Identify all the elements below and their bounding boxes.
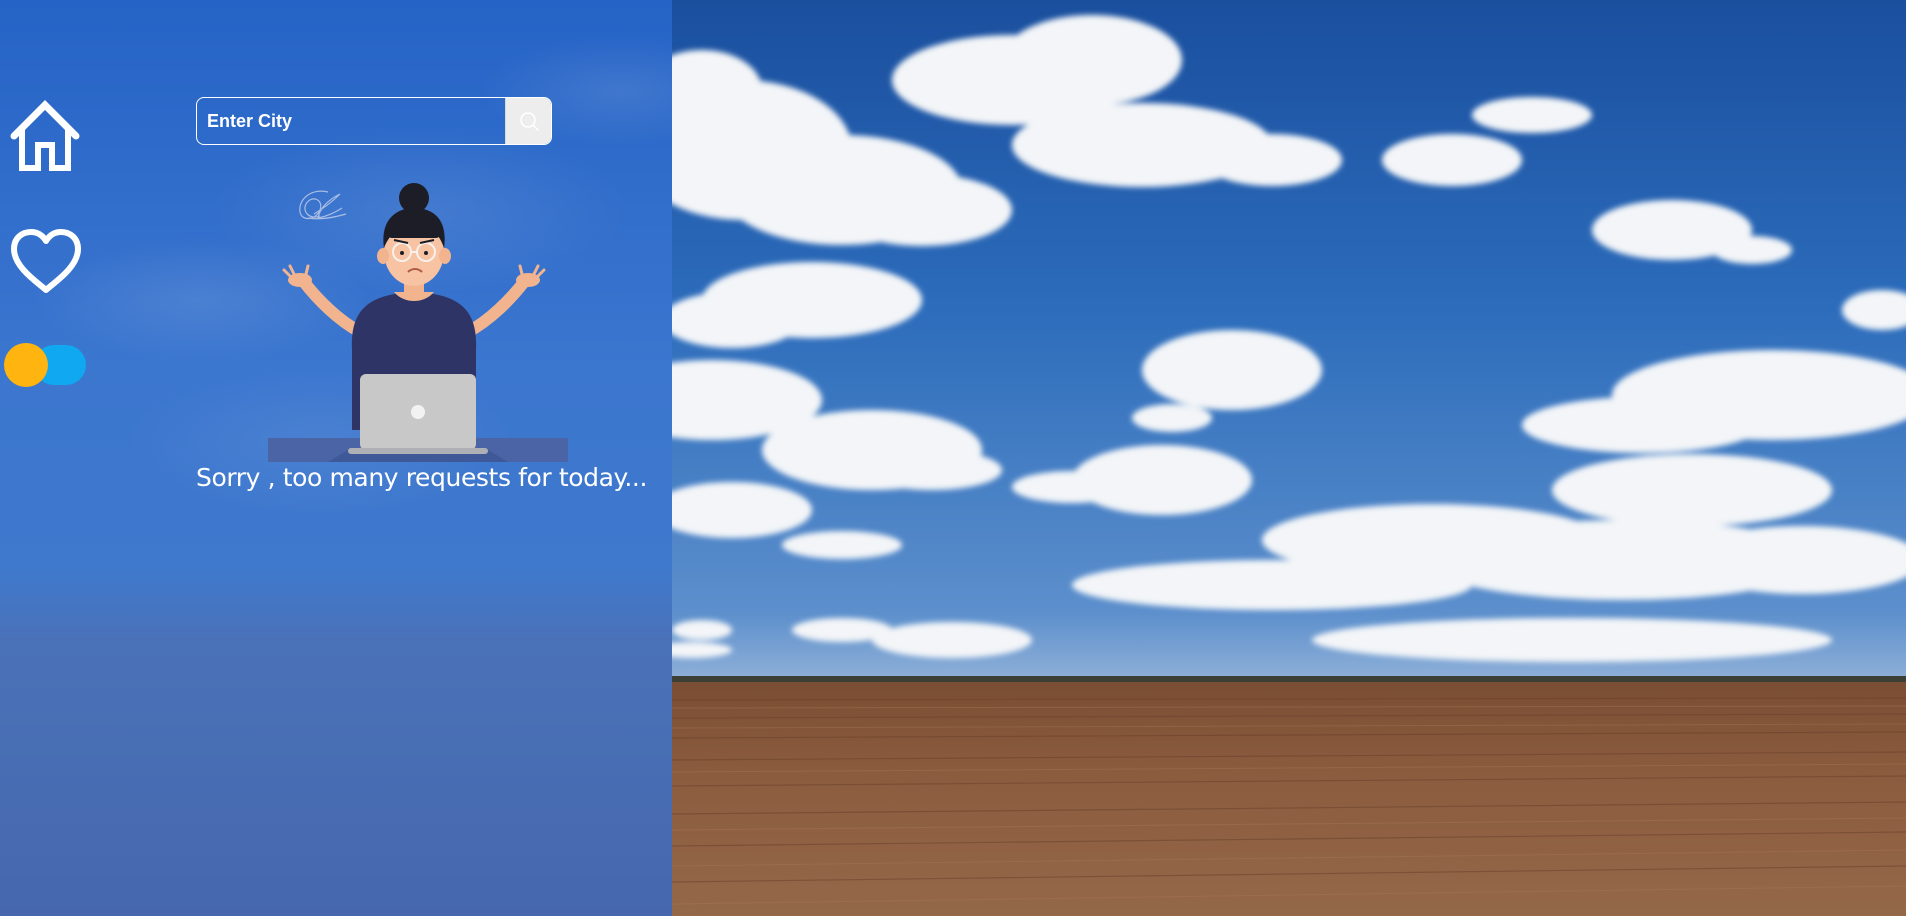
sidebar-panel: Sorry , too many requests for today... [0, 0, 672, 916]
city-search [196, 97, 552, 145]
search-icon [519, 112, 539, 131]
weather-background-photo [672, 0, 1906, 916]
home-button[interactable] [8, 100, 82, 174]
favorites-button[interactable] [10, 228, 82, 296]
search-button[interactable] [505, 98, 551, 144]
toggle-knob [4, 343, 48, 387]
heart-icon [11, 229, 81, 293]
theme-toggle[interactable] [4, 343, 86, 387]
error-message: Sorry , too many requests for today... [196, 463, 647, 492]
city-search-input[interactable] [197, 98, 505, 144]
too-many-requests-illustration [268, 180, 572, 466]
home-icon [10, 100, 80, 171]
